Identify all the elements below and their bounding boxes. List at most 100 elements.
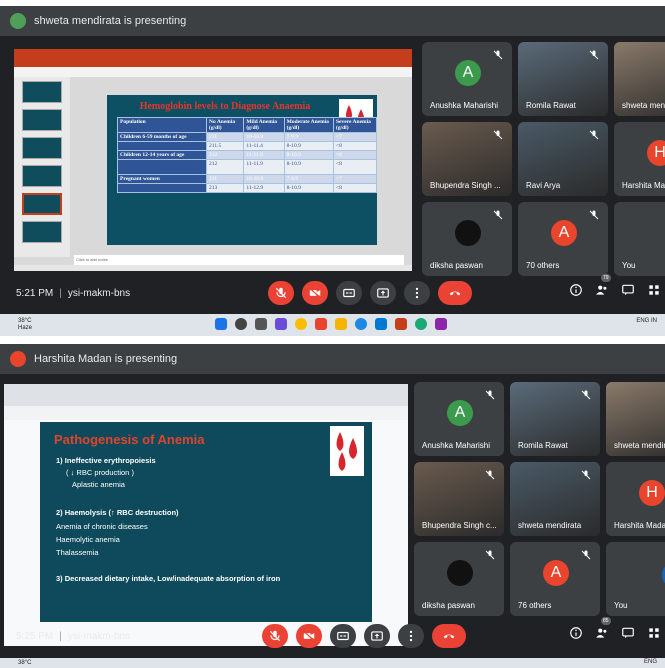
participant-tile[interactable]: H Harshita Madan	[606, 462, 665, 536]
camera-toggle-button[interactable]	[302, 281, 328, 305]
people-button[interactable]: 85	[595, 617, 611, 645]
table-cell: <7	[333, 174, 377, 184]
camera-toggle-button[interactable]	[296, 624, 322, 648]
weather-widget[interactable]: 38°C Haze	[18, 318, 32, 332]
table-cell: 8-10.9	[283, 141, 335, 151]
participant-tile[interactable]: diksha paswan	[414, 542, 504, 616]
office-icon[interactable]	[315, 318, 327, 330]
table-cell: <8	[333, 183, 377, 193]
powerpoint-icon[interactable]	[395, 318, 407, 330]
table-cell: 211	[206, 132, 245, 142]
participant-tile[interactable]: Ravi Arya	[518, 122, 608, 196]
slide-line: Haemolytic anemia	[56, 535, 120, 544]
present-button[interactable]	[364, 624, 390, 648]
activities-icon[interactable]	[647, 626, 661, 640]
participant-name: Anushka Maharishi	[422, 441, 491, 450]
slide-line: Aplastic anemia	[72, 480, 125, 489]
captions-button[interactable]	[336, 281, 362, 305]
weather-condition: Haze	[18, 325, 33, 331]
mic-off-icon	[588, 48, 600, 60]
leave-call-button[interactable]	[432, 624, 466, 648]
participant-name: Bhupendra Singh c...	[422, 521, 497, 530]
participant-tile[interactable]: Bhupendra Singh c...	[414, 462, 504, 536]
leave-call-button[interactable]	[438, 281, 472, 305]
present-button[interactable]	[370, 281, 396, 305]
table-cell: 8-10.9	[283, 150, 335, 160]
slide-thumbnail[interactable]	[22, 109, 62, 131]
participant-tile[interactable]: A 76 others	[510, 542, 600, 616]
edge-icon[interactable]	[415, 318, 427, 330]
participant-tile[interactable]: A Anushka Maharishi	[422, 42, 512, 116]
task-view-icon[interactable]	[255, 318, 267, 330]
table-cell: Men (15 years of age and above)	[116, 183, 208, 193]
dell-icon[interactable]	[355, 318, 367, 330]
meet-app-icon[interactable]	[275, 318, 287, 330]
participant-tile[interactable]: You	[606, 542, 665, 616]
activities-icon[interactable]	[647, 283, 661, 297]
store-icon[interactable]	[375, 318, 387, 330]
table-cell: 7-9.9	[283, 174, 335, 184]
participant-tile[interactable]: Romila Rawat	[510, 382, 600, 456]
system-tray: ENG IN	[636, 318, 657, 324]
mic-toggle-button[interactable]	[262, 624, 288, 648]
slide-thumbnail[interactable]	[22, 81, 62, 103]
slide-thumbnail[interactable]	[22, 221, 62, 243]
table-cell: Children 12-14 years of age	[116, 150, 208, 160]
language-indicator[interactable]: ENG IN	[636, 318, 657, 324]
participant-avatar: A	[447, 400, 473, 426]
call-controls	[268, 281, 472, 305]
taskbar-apps	[215, 318, 447, 330]
table-row: Children 12-14 years of age 212 11-11.9 8-1…	[116, 150, 377, 160]
mic-toggle-button[interactable]	[268, 281, 294, 305]
table-cell: 11-12.9	[243, 183, 285, 193]
participant-tile[interactable]: shweta mendirata	[614, 42, 665, 116]
chat-icon[interactable]	[621, 283, 635, 297]
table-cell: 212	[206, 159, 245, 175]
participant-tile[interactable]: A 70 others	[518, 202, 608, 276]
captions-button[interactable]	[330, 624, 356, 648]
file-explorer-icon[interactable]	[335, 318, 347, 330]
presenter-avatar	[10, 13, 26, 29]
ppt-status-bar	[14, 265, 412, 271]
presenter-avatar	[10, 351, 26, 367]
lang-code: ENG	[636, 318, 650, 324]
table-row: Children 5-11 years of age 211.5 11-11.4 8-…	[116, 141, 377, 151]
camera-off-icon	[309, 287, 321, 299]
more-options-button[interactable]	[404, 281, 430, 305]
mic-off-icon	[484, 388, 496, 400]
participant-name: diksha paswan	[422, 601, 475, 610]
search-icon[interactable]	[235, 318, 247, 330]
participant-name: Harshita Madan	[614, 521, 665, 530]
participant-tile[interactable]: Romila Rawat	[518, 42, 608, 116]
info-icon[interactable]	[569, 283, 583, 297]
mic-off-icon	[588, 128, 600, 140]
side-controls: 85	[569, 617, 661, 645]
more-options-button[interactable]	[398, 624, 424, 648]
app-icon[interactable]	[435, 318, 447, 330]
participant-tile[interactable]: shweta mendirata	[510, 462, 600, 536]
participant-tile[interactable]: A Anushka Maharishi	[414, 382, 504, 456]
table-cell: 11-11.9	[243, 150, 285, 160]
slide-thumbnail[interactable]	[22, 137, 62, 159]
browser-toolbar	[4, 406, 408, 420]
slide-thumbnail[interactable]	[22, 193, 62, 215]
people-button[interactable]: 79	[595, 274, 611, 302]
chat-icon[interactable]	[621, 626, 635, 640]
participant-name: shweta mendirata	[518, 521, 582, 530]
slide-thumbnail[interactable]	[22, 165, 62, 187]
windows-start-icon[interactable]	[215, 318, 227, 330]
mic-off-icon	[484, 468, 496, 480]
participant-tile[interactable]: shweta mendirata	[606, 382, 665, 456]
table-cell: <7	[333, 132, 377, 142]
weather-widget[interactable]: 38°C	[18, 660, 31, 667]
info-icon[interactable]	[569, 626, 583, 640]
participant-tile[interactable]: Bhupendra Singh ...	[422, 122, 512, 196]
notes-area[interactable]: Click to add notes	[74, 255, 404, 265]
chrome-icon[interactable]	[295, 318, 307, 330]
participant-tile[interactable]: You	[614, 202, 665, 276]
slide-line: 1) Ineffective erythropoiesis	[56, 456, 156, 465]
table-cell: 8-10.9	[283, 159, 335, 175]
participant-name: Romila Rawat	[526, 101, 576, 110]
participant-tile[interactable]: H Harshita Madan	[614, 122, 665, 196]
participant-tile[interactable]: diksha paswan	[422, 202, 512, 276]
